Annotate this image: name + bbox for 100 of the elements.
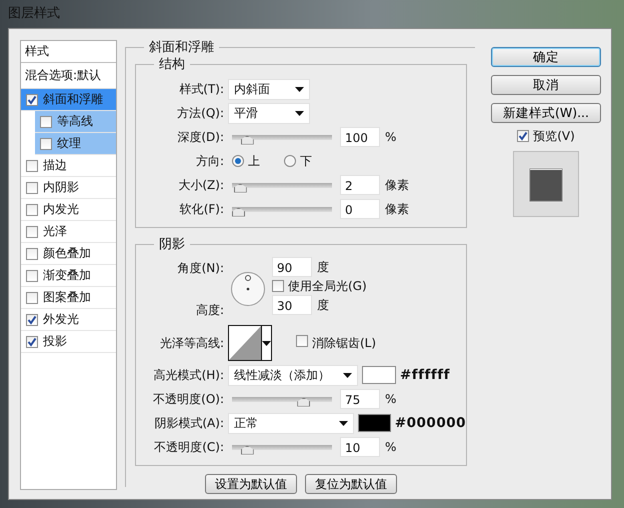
number-field[interactable]: 100 [340, 127, 380, 147]
checkbox[interactable] [40, 116, 52, 128]
style-label: 图案叠加 [43, 290, 91, 305]
slider-thumb[interactable] [297, 398, 310, 406]
checkbox[interactable] [40, 138, 52, 150]
checkbox[interactable] [26, 248, 38, 260]
style-item[interactable]: 等高线 [35, 111, 116, 133]
number-field[interactable]: 10 [340, 437, 380, 457]
number-field[interactable]: 75 [340, 389, 380, 409]
style-item[interactable]: 内阴影 [21, 177, 116, 199]
caret-icon [295, 86, 304, 92]
style-item[interactable]: 纹理 [35, 133, 116, 155]
checkbox[interactable] [296, 335, 308, 348]
style-item[interactable]: 图案叠加 [21, 287, 116, 309]
slider-thumb[interactable] [232, 208, 245, 216]
style-label: 等高线 [57, 114, 93, 129]
dialog-button[interactable]: 取消 [491, 75, 601, 95]
number-field[interactable]: 30 [272, 295, 312, 316]
style-label: 内阴影 [43, 180, 79, 195]
style-item[interactable]: 斜面和浮雕 [21, 89, 116, 111]
style-label: 投影 [43, 334, 67, 349]
style-label: 内发光 [43, 202, 79, 217]
checkbox[interactable] [26, 160, 38, 172]
checkbox[interactable] [26, 314, 38, 326]
dropdown[interactable]: 内斜面 [228, 78, 310, 100]
checkbox[interactable] [26, 182, 38, 194]
field-label: 方法(Q): [176, 106, 225, 120]
field-label: 不透明度(O): [152, 392, 225, 406]
field-label: 软化(F): [178, 202, 225, 216]
dropdown[interactable]: 正常 [228, 412, 354, 434]
style-label: 描边 [43, 158, 67, 173]
style-label: 纹理 [57, 136, 81, 151]
angle-dial[interactable] [230, 271, 266, 307]
style-label: 外发光 [43, 312, 79, 327]
group-title: 斜面和浮雕 [144, 40, 219, 56]
caret-icon [343, 372, 352, 378]
preview-drawing [513, 151, 579, 218]
checkbox[interactable] [26, 226, 38, 238]
checkbox[interactable] [26, 292, 38, 304]
style-item[interactable]: 外发光 [21, 309, 116, 331]
default-button[interactable]: 设置为默认值 [205, 474, 297, 494]
style-item[interactable]: 光泽 [21, 221, 116, 243]
number-field[interactable]: 0 [340, 199, 380, 219]
field-label: 样式(T): [178, 82, 225, 96]
radio-label: 下 [300, 154, 312, 168]
style-item[interactable]: 颜色叠加 [21, 243, 116, 265]
panel-header: 样式 [21, 41, 116, 63]
checkbox[interactable] [26, 94, 38, 106]
caret-icon [338, 420, 348, 426]
checkbox-label: 预览(V) [533, 129, 575, 144]
number-field[interactable]: 2 [340, 175, 380, 195]
unit-label: 像素 [385, 178, 409, 192]
field-label: 高光模式(H): [152, 368, 225, 382]
window-title: 图层样式 [8, 6, 60, 22]
group-title: 阴影 [154, 237, 190, 253]
caret-icon [262, 340, 271, 346]
caret-icon [295, 110, 304, 116]
field-label: 阴影模式(A): [153, 416, 225, 430]
unit-label: % [385, 392, 396, 406]
slider-thumb[interactable] [240, 446, 254, 454]
field-label: 不透明度(C): [153, 440, 225, 454]
checkbox[interactable] [26, 336, 38, 348]
dropdown[interactable]: 线性减淡（添加） [228, 364, 358, 386]
unit-label: 度 [317, 260, 329, 274]
style-item[interactable]: 内发光 [21, 199, 116, 221]
contour-picker[interactable] [228, 325, 272, 361]
checkbox[interactable] [26, 270, 38, 282]
style-item[interactable]: 投影 [21, 331, 116, 353]
checkbox[interactable] [272, 280, 284, 292]
unit-label: 度 [317, 298, 329, 313]
group-title: 结构 [154, 57, 190, 73]
checkbox[interactable] [26, 204, 38, 216]
unit-label: % [385, 440, 396, 454]
field-label: 深度(D): [176, 130, 225, 144]
dialog-button[interactable]: 确定 [491, 47, 601, 67]
slider-thumb[interactable] [234, 184, 247, 192]
style-label: 光泽 [43, 224, 67, 239]
color-swatch[interactable] [362, 366, 396, 384]
radio-label: 上 [248, 154, 260, 168]
style-label: 渐变叠加 [43, 268, 91, 283]
unit-label: 像素 [385, 202, 409, 216]
number-field[interactable]: 90 [272, 257, 312, 277]
field-label: 大小(Z): [177, 178, 225, 192]
default-button[interactable]: 复位为默认值 [305, 474, 397, 494]
style-label: 颜色叠加 [43, 246, 91, 261]
color-swatch[interactable] [358, 414, 391, 432]
field-label: 光泽等高线: [158, 336, 225, 350]
style-label: 斜面和浮雕 [43, 92, 103, 107]
checkbox-label: 使用全局光(G) [288, 279, 367, 294]
style-item[interactable]: 描边 [21, 155, 116, 177]
checkbox-label: 消除锯齿(L) [312, 336, 376, 350]
checkbox[interactable] [517, 130, 530, 142]
radio-button[interactable] [284, 155, 296, 167]
style-item[interactable]: 渐变叠加 [21, 265, 116, 287]
dropdown[interactable]: 平滑 [228, 102, 310, 124]
dialog-button[interactable]: 新建样式(W)... [491, 103, 601, 123]
radio-button[interactable] [232, 155, 244, 167]
field-label: 方向: [194, 154, 225, 168]
color-hex: #000000 [394, 414, 466, 432]
slider-thumb[interactable] [240, 136, 254, 144]
